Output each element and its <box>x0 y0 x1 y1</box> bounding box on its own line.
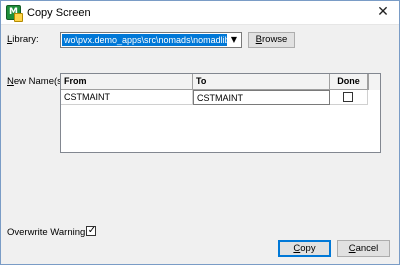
library-label: Library: <box>7 34 39 45</box>
cancel-accel: C <box>348 243 356 254</box>
library-value[interactable]: wo\pvx.demo_apps\src\nomads\nomadlib.en <box>62 34 241 46</box>
library-combobox[interactable]: wo\pvx.demo_apps\src\nomads\nomadlib.en … <box>60 32 242 48</box>
copy-screen-dialog: M Copy Screen ✕ Library: wo\pvx.demo_app… <box>0 0 400 265</box>
cell-to-input[interactable]: CSTMAINT <box>193 90 330 105</box>
browse-button[interactable]: Browse <box>248 32 295 48</box>
window-title: Copy Screen <box>27 7 91 19</box>
grid-header: From To Done <box>61 74 380 90</box>
cell-from[interactable]: CSTMAINT <box>61 90 193 105</box>
cell-done <box>330 90 368 105</box>
close-icon[interactable]: ✕ <box>371 3 395 21</box>
new-names-grid[interactable]: From To Done CSTMAINT CSTMAINT <box>60 73 381 153</box>
grid-header-corner <box>368 74 380 90</box>
chevron-down-icon[interactable]: ▼ <box>227 33 241 47</box>
app-icon: M <box>6 5 23 22</box>
cancel-label-rest: ancel <box>355 243 379 254</box>
done-checkbox[interactable] <box>343 92 353 102</box>
new-names-label-accel: N <box>7 76 14 87</box>
cancel-button[interactable]: Cancel <box>337 240 390 257</box>
library-label-rest: ibrary: <box>12 34 39 45</box>
overwrite-warning-label: Overwrite Warning <box>7 227 86 238</box>
new-names-label: New Name(s): <box>7 76 68 87</box>
column-header-from[interactable]: From <box>61 74 193 89</box>
table-row: CSTMAINT CSTMAINT <box>61 90 380 105</box>
copy-button[interactable]: Copy <box>278 240 331 257</box>
column-header-to[interactable]: To <box>193 74 330 89</box>
copy-label-rest: opy <box>300 243 316 254</box>
check-icon: ✓ <box>87 225 97 236</box>
browse-label-rest: rowse <box>262 34 288 45</box>
column-header-done[interactable]: Done <box>330 74 368 89</box>
overwrite-warning-checkbox[interactable]: ✓ <box>86 225 97 236</box>
title-bar: M Copy Screen ✕ <box>1 1 399 25</box>
